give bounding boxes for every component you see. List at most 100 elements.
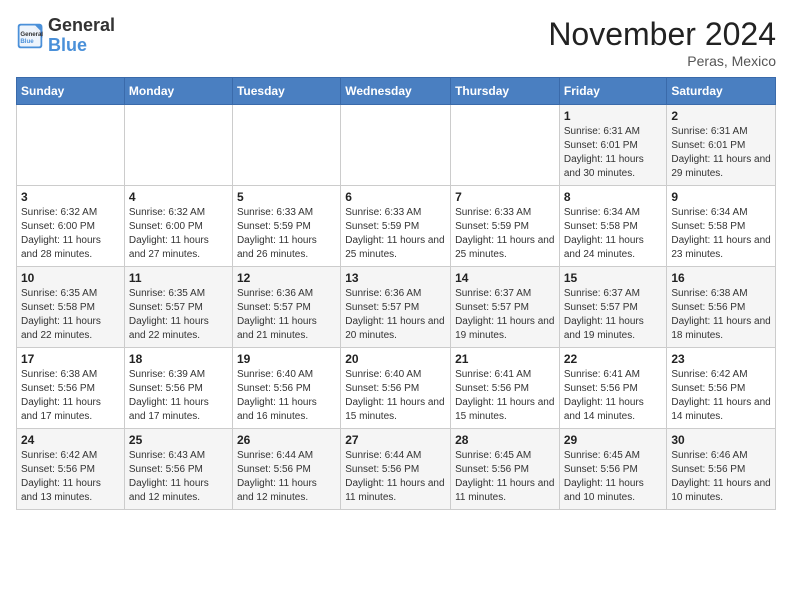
- day-info: Sunrise: 6:42 AM Sunset: 5:56 PM Dayligh…: [671, 368, 771, 424]
- day-cell: 20 Sunrise: 6:40 AM Sunset: 5:56 PM Dayli…: [341, 348, 451, 429]
- day-cell: 6 Sunrise: 6:33 AM Sunset: 5:59 PM Daylig…: [341, 186, 451, 267]
- day-number: 7: [455, 190, 555, 204]
- day-number: 15: [564, 271, 663, 285]
- day-info: Sunrise: 6:33 AM Sunset: 5:59 PM Dayligh…: [345, 206, 446, 262]
- day-number: 21: [455, 352, 555, 366]
- day-cell: 7 Sunrise: 6:33 AM Sunset: 5:59 PM Daylig…: [451, 186, 560, 267]
- day-cell: 21 Sunrise: 6:41 AM Sunset: 5:56 PM Dayli…: [451, 348, 560, 429]
- day-number: 10: [21, 271, 120, 285]
- day-cell: 22Sunrise: 6:41 AM Sunset: 5:56 PM Dayli…: [559, 348, 667, 429]
- day-cell: 1 Sunrise: 6:31 AM Sunset: 6:01 PM Daylig…: [559, 105, 667, 186]
- day-info: Sunrise: 6:33 AM Sunset: 5:59 PM Dayligh…: [237, 206, 336, 262]
- day-cell: [451, 105, 560, 186]
- day-info: Sunrise: 6:31 AM Sunset: 6:01 PM Dayligh…: [671, 125, 771, 181]
- header-monday: Monday: [124, 78, 232, 105]
- day-cell: 11Sunrise: 6:35 AM Sunset: 5:57 PM Dayli…: [124, 267, 232, 348]
- day-info: Sunrise: 6:40 AM Sunset: 5:56 PM Dayligh…: [345, 368, 446, 424]
- day-number: 27: [345, 433, 446, 447]
- day-number: 28: [455, 433, 555, 447]
- day-cell: [232, 105, 340, 186]
- month-title: November 2024: [548, 16, 776, 53]
- day-cell: 24 Sunrise: 6:42 AM Sunset: 5:56 PM Dayli…: [17, 429, 125, 510]
- day-cell: 28Sunrise: 6:45 AM Sunset: 5:56 PM Dayli…: [451, 429, 560, 510]
- day-number: 6: [345, 190, 446, 204]
- day-number: 24: [21, 433, 120, 447]
- day-number: 19: [237, 352, 336, 366]
- page-header: General Blue General Blue November 2024 …: [16, 16, 776, 69]
- svg-text:General: General: [20, 31, 43, 38]
- day-cell: 29 Sunrise: 6:45 AM Sunset: 5:56 PM Dayli…: [559, 429, 667, 510]
- day-number: 2: [671, 109, 771, 123]
- day-info: Sunrise: 6:35 AM Sunset: 5:57 PM Dayligh…: [129, 287, 228, 343]
- day-number: 25: [129, 433, 228, 447]
- calendar-header-row: SundayMondayTuesdayWednesdayThursdayFrid…: [17, 78, 776, 105]
- day-info: Sunrise: 6:36 AM Sunset: 5:57 PM Dayligh…: [237, 287, 336, 343]
- day-info: Sunrise: 6:42 AM Sunset: 5:56 PM Dayligh…: [21, 449, 120, 505]
- day-cell: 30 Sunrise: 6:46 AM Sunset: 5:56 PM Dayli…: [667, 429, 776, 510]
- day-info: Sunrise: 6:34 AM Sunset: 5:58 PM Dayligh…: [564, 206, 663, 262]
- calendar-table: SundayMondayTuesdayWednesdayThursdayFrid…: [16, 77, 776, 510]
- day-info: Sunrise: 6:32 AM Sunset: 6:00 PM Dayligh…: [129, 206, 228, 262]
- day-number: 18: [129, 352, 228, 366]
- day-cell: 13Sunrise: 6:36 AM Sunset: 5:57 PM Dayli…: [341, 267, 451, 348]
- day-number: 4: [129, 190, 228, 204]
- day-cell: 4 Sunrise: 6:32 AM Sunset: 6:00 PM Daylig…: [124, 186, 232, 267]
- day-info: Sunrise: 6:33 AM Sunset: 5:59 PM Dayligh…: [455, 206, 555, 262]
- header-friday: Friday: [559, 78, 667, 105]
- day-info: Sunrise: 6:34 AM Sunset: 5:58 PM Dayligh…: [671, 206, 771, 262]
- day-number: 20: [345, 352, 446, 366]
- day-info: Sunrise: 6:44 AM Sunset: 5:56 PM Dayligh…: [345, 449, 446, 505]
- day-cell: 10 Sunrise: 6:35 AM Sunset: 5:58 PM Dayli…: [17, 267, 125, 348]
- day-number: 29: [564, 433, 663, 447]
- day-info: Sunrise: 6:44 AM Sunset: 5:56 PM Dayligh…: [237, 449, 336, 505]
- day-number: 5: [237, 190, 336, 204]
- day-cell: 12Sunrise: 6:36 AM Sunset: 5:57 PM Dayli…: [232, 267, 340, 348]
- week-row-2: 3Sunrise: 6:32 AM Sunset: 6:00 PM Daylig…: [17, 186, 776, 267]
- day-info: Sunrise: 6:40 AM Sunset: 5:56 PM Dayligh…: [237, 368, 336, 424]
- day-cell: [124, 105, 232, 186]
- day-cell: 25 Sunrise: 6:43 AM Sunset: 5:56 PM Dayli…: [124, 429, 232, 510]
- day-info: Sunrise: 6:43 AM Sunset: 5:56 PM Dayligh…: [129, 449, 228, 505]
- week-row-3: 10 Sunrise: 6:35 AM Sunset: 5:58 PM Dayli…: [17, 267, 776, 348]
- logo-text: General Blue: [48, 16, 115, 56]
- day-number: 9: [671, 190, 771, 204]
- day-number: 14: [455, 271, 555, 285]
- day-cell: 14Sunrise: 6:37 AM Sunset: 5:57 PM Dayli…: [451, 267, 560, 348]
- logo-icon: General Blue: [16, 22, 44, 50]
- day-cell: 9 Sunrise: 6:34 AM Sunset: 5:58 PM Daylig…: [667, 186, 776, 267]
- header-saturday: Saturday: [667, 78, 776, 105]
- header-wednesday: Wednesday: [341, 78, 451, 105]
- svg-text:Blue: Blue: [20, 38, 34, 45]
- day-number: 16: [671, 271, 771, 285]
- day-info: Sunrise: 6:41 AM Sunset: 5:56 PM Dayligh…: [455, 368, 555, 424]
- day-info: Sunrise: 6:39 AM Sunset: 5:56 PM Dayligh…: [129, 368, 228, 424]
- day-cell: 8Sunrise: 6:34 AM Sunset: 5:58 PM Daylig…: [559, 186, 667, 267]
- day-cell: [341, 105, 451, 186]
- day-cell: 18 Sunrise: 6:39 AM Sunset: 5:56 PM Dayli…: [124, 348, 232, 429]
- header-thursday: Thursday: [451, 78, 560, 105]
- day-info: Sunrise: 6:38 AM Sunset: 5:56 PM Dayligh…: [671, 287, 771, 343]
- day-number: 23: [671, 352, 771, 366]
- day-cell: 23 Sunrise: 6:42 AM Sunset: 5:56 PM Dayli…: [667, 348, 776, 429]
- day-info: Sunrise: 6:36 AM Sunset: 5:57 PM Dayligh…: [345, 287, 446, 343]
- day-cell: 5 Sunrise: 6:33 AM Sunset: 5:59 PM Daylig…: [232, 186, 340, 267]
- day-number: 17: [21, 352, 120, 366]
- day-info: Sunrise: 6:46 AM Sunset: 5:56 PM Dayligh…: [671, 449, 771, 505]
- day-info: Sunrise: 6:31 AM Sunset: 6:01 PM Dayligh…: [564, 125, 663, 181]
- day-number: 30: [671, 433, 771, 447]
- day-info: Sunrise: 6:45 AM Sunset: 5:56 PM Dayligh…: [564, 449, 663, 505]
- day-cell: 2 Sunrise: 6:31 AM Sunset: 6:01 PM Daylig…: [667, 105, 776, 186]
- title-block: November 2024 Peras, Mexico: [548, 16, 776, 69]
- logo: General Blue General Blue: [16, 16, 115, 56]
- week-row-5: 24 Sunrise: 6:42 AM Sunset: 5:56 PM Dayli…: [17, 429, 776, 510]
- day-number: 26: [237, 433, 336, 447]
- day-number: 22: [564, 352, 663, 366]
- day-info: Sunrise: 6:35 AM Sunset: 5:58 PM Dayligh…: [21, 287, 120, 343]
- day-cell: [17, 105, 125, 186]
- week-row-1: 1 Sunrise: 6:31 AM Sunset: 6:01 PM Daylig…: [17, 105, 776, 186]
- location: Peras, Mexico: [548, 53, 776, 69]
- day-info: Sunrise: 6:38 AM Sunset: 5:56 PM Dayligh…: [21, 368, 120, 424]
- day-number: 1: [564, 109, 663, 123]
- day-cell: 26 Sunrise: 6:44 AM Sunset: 5:56 PM Dayli…: [232, 429, 340, 510]
- day-cell: 15Sunrise: 6:37 AM Sunset: 5:57 PM Dayli…: [559, 267, 667, 348]
